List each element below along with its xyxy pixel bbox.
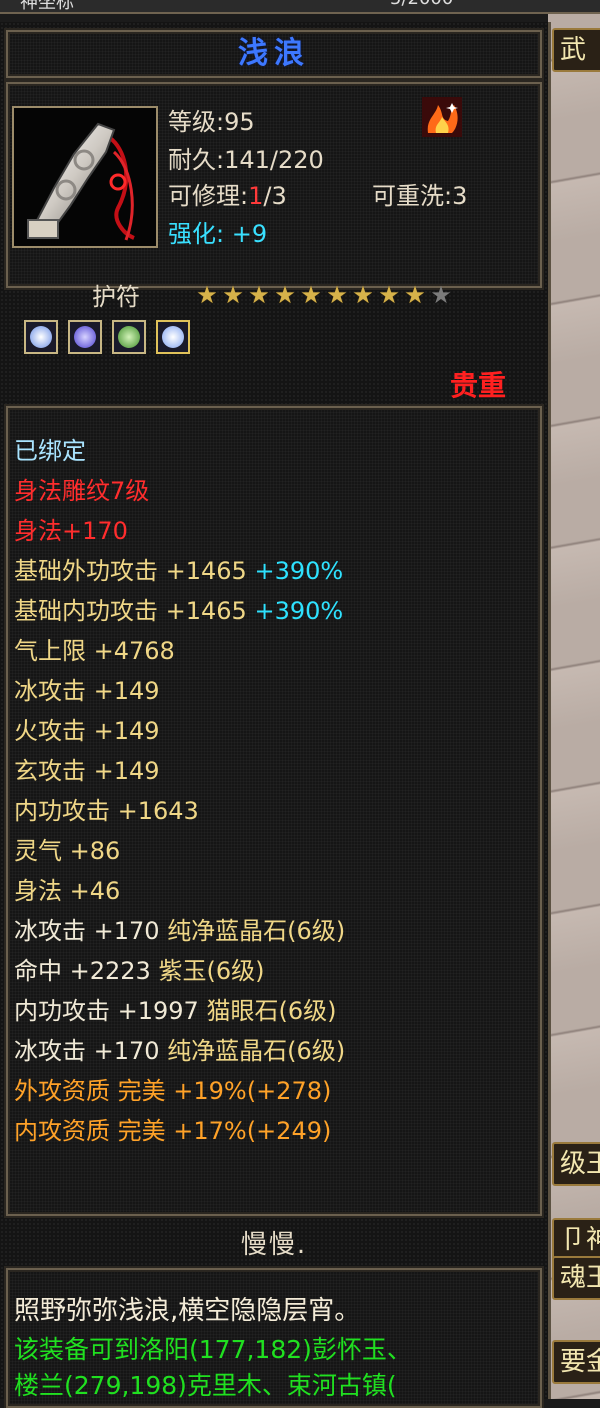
item-level: 等级:95 xyxy=(168,108,255,136)
attribute-bonus: 纯净蓝晶石(6级) xyxy=(167,1037,346,1065)
top-bar: 神坐标 5/2000 xyxy=(0,0,600,14)
attribute-text: 命中 +2223 xyxy=(14,957,159,985)
location-line-1: 该装备可到洛阳(177,182)彭怀玉、 xyxy=(14,1335,412,1364)
attribute-text: 已绑定 xyxy=(14,437,86,465)
item-repairable: 可修理:1/3 xyxy=(168,176,287,211)
star-icon: ★ xyxy=(326,281,348,309)
star-icon: ★ xyxy=(222,281,244,309)
attribute-text: 气上限 +4768 xyxy=(14,637,175,665)
top-bar-left-text: 神坐标 xyxy=(20,0,74,13)
attribute-text: 基础内功攻击 +1465 xyxy=(14,597,247,625)
item-rewash: 可重洗:3 xyxy=(372,182,468,210)
star-icon: ★ xyxy=(196,281,218,309)
attribute-text: 基础外功攻击 +1465 xyxy=(14,557,247,585)
crafter-name: 慢慢. xyxy=(240,1230,308,1260)
item-name: 浅浪 xyxy=(238,36,310,71)
title-frame: 浅浪 xyxy=(6,30,542,78)
attribute-line: 基础外功攻击 +1465 +390% xyxy=(14,556,343,586)
attribute-line: 命中 +2223 紫玉(6级) xyxy=(14,956,264,986)
enhance-value: +9 xyxy=(231,220,268,248)
attribute-text: 冰攻击 +170 xyxy=(14,917,168,945)
scene-chip[interactable]: 要金 xyxy=(552,1340,600,1384)
attribute-line: 玄攻击 +149 xyxy=(14,756,160,786)
attribute-line: 冰攻击 +149 xyxy=(14,676,160,706)
attribute-text: 火攻击 +149 xyxy=(14,717,160,745)
gem-slot[interactable] xyxy=(24,320,58,354)
attribute-text: 玄攻击 +149 xyxy=(14,757,160,785)
attribute-text: 身法雕纹7级 xyxy=(14,477,150,505)
gem-slot[interactable] xyxy=(112,320,146,354)
attribute-line: 身法+170 xyxy=(14,516,128,546)
star-icon: ★ xyxy=(274,281,296,309)
attribute-line: 灵气 +86 xyxy=(14,836,120,866)
scene-chip[interactable]: 级王 xyxy=(552,1142,600,1186)
flame-talisman-icon xyxy=(422,97,462,137)
attribute-line: 外攻资质 完美 +19%(+278) xyxy=(14,1076,331,1106)
item-icon[interactable] xyxy=(12,106,158,248)
purple-jade-gem-icon xyxy=(74,326,96,348)
attribute-line: 身法 +46 xyxy=(14,876,120,906)
scene-chip[interactable]: 武 xyxy=(552,28,600,72)
gem-slot[interactable] xyxy=(156,320,190,354)
star-icon: ★ xyxy=(300,281,322,309)
attribute-text: 冰攻击 +149 xyxy=(14,677,160,705)
attribute-line: 已绑定 xyxy=(14,436,86,466)
attribute-bonus: 紫玉(6级) xyxy=(158,957,265,985)
attribute-bonus: +390% xyxy=(246,597,344,625)
star-icon: ★ xyxy=(430,281,452,309)
attribute-text: 外攻资质 完美 +19%(+278) xyxy=(14,1077,332,1105)
repair-current: 1 xyxy=(248,182,264,210)
item-location-hint: 该装备可到洛阳(177,182)彭怀玉、 楼兰(279,198)克里木、束河古镇… xyxy=(14,1332,412,1404)
attribute-text: 内功攻击 +1997 xyxy=(14,997,207,1025)
attribute-text: 身法+170 xyxy=(14,517,128,545)
precious-tag: 贵重 xyxy=(450,369,507,402)
attribute-line: 身法雕纹7级 xyxy=(14,476,149,506)
item-type: 护符 xyxy=(92,283,140,311)
background-scene: 武 级王 卩神 魂玉 要金 xyxy=(548,0,600,1399)
attribute-text: 冰攻击 +170 xyxy=(14,1037,168,1065)
attribute-text: 灵气 +86 xyxy=(14,837,121,865)
attribute-line: 冰攻击 +170 纯净蓝晶石(6级) xyxy=(14,916,345,946)
star-icon: ★ xyxy=(352,281,374,309)
attribute-line: 内功攻击 +1997 猫眼石(6级) xyxy=(14,996,336,1026)
attribute-line: 基础内功攻击 +1465 +390% xyxy=(14,596,343,626)
blue-crystal-gem-icon xyxy=(30,326,52,348)
amulet-icon xyxy=(27,122,135,241)
attribute-text: 身法 +46 xyxy=(14,877,121,905)
attribute-line: 内攻资质 完美 +17%(+249) xyxy=(14,1116,331,1146)
scene-chip[interactable]: 魂玉 xyxy=(552,1256,600,1300)
repair-prefix: 可修理: xyxy=(168,182,249,210)
star-icon: ★ xyxy=(248,281,270,309)
attribute-line: 内功攻击 +1643 xyxy=(14,796,199,826)
star-icon: ★ xyxy=(378,281,400,309)
attribute-text: 内攻资质 完美 +17%(+249) xyxy=(14,1117,332,1145)
item-enhance: 强化: +9 xyxy=(168,214,267,249)
item-poem: 照野弥弥浅浪,横空隐隐层宵。 xyxy=(14,1296,361,1326)
attribute-text: 内功攻击 +1643 xyxy=(14,797,199,825)
repair-total: /3 xyxy=(263,182,287,210)
attribute-bonus: +390% xyxy=(246,557,344,585)
star-icon: ★ xyxy=(404,281,426,309)
star-rating: ★ ★ ★ ★ ★ ★ ★ ★ ★ ★ xyxy=(194,282,454,308)
top-bar-right-text: 5/2000 xyxy=(390,0,453,9)
attribute-bonus: 猫眼石(6级) xyxy=(206,997,337,1025)
enhance-label: 强化: xyxy=(168,220,232,248)
blue-crystal-gem-icon xyxy=(162,326,184,348)
attribute-bonus: 纯净蓝晶石(6级) xyxy=(167,917,346,945)
attribute-line: 火攻击 +149 xyxy=(14,716,160,746)
gem-slot[interactable] xyxy=(68,320,102,354)
attribute-line: 冰攻击 +170 纯净蓝晶石(6级) xyxy=(14,1036,345,1066)
attribute-line: 气上限 +4768 xyxy=(14,636,175,666)
item-durability: 耐久:141/220 xyxy=(168,146,324,174)
cat-eye-gem-icon xyxy=(118,326,140,348)
